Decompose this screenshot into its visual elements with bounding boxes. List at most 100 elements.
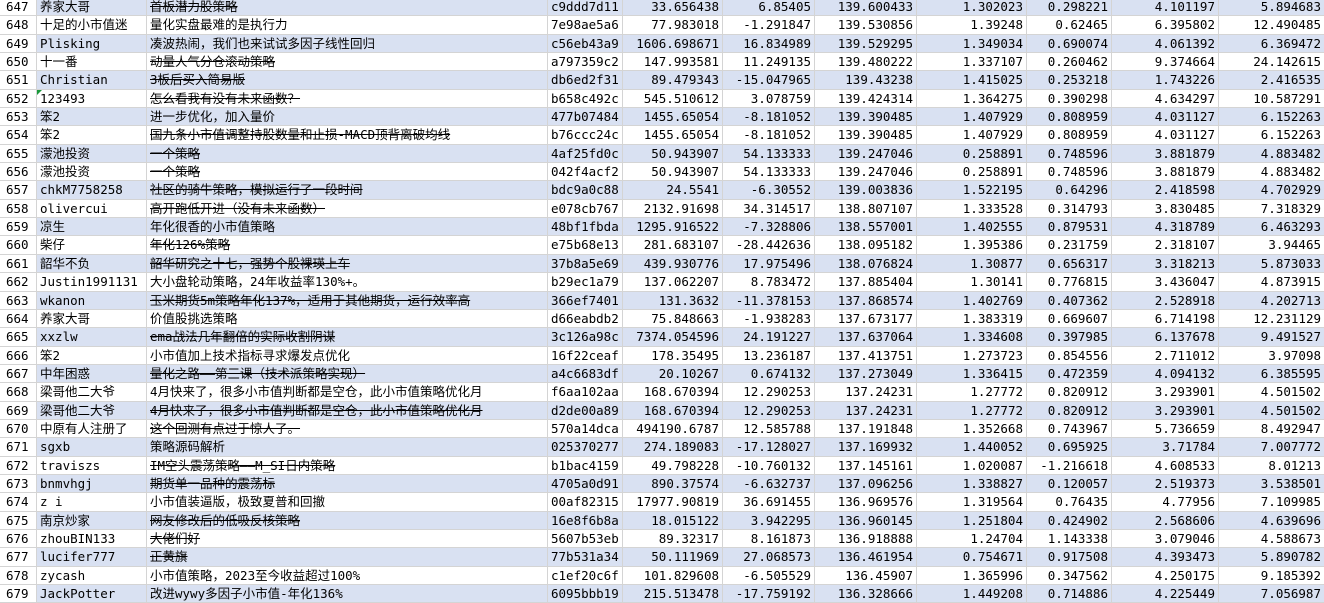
value-cell-2[interactable]: 34.314517: [723, 199, 815, 218]
strategy-name-cell[interactable]: 社区的骑牛策略，模拟运行了一段时间: [147, 181, 548, 199]
value-cell-4[interactable]: 1.365996: [917, 566, 1027, 584]
value-cell-3[interactable]: 139.390485: [815, 108, 917, 126]
value-cell-7[interactable]: 8.492947: [1219, 420, 1324, 437]
author-cell[interactable]: Christian: [37, 71, 147, 89]
table-row[interactable]: 677 lucifer777 正黄旗 77b531a34 50.111969 27.068…: [0, 548, 1324, 567]
value-cell-7[interactable]: 4.883482: [1219, 163, 1324, 180]
strategy-id-cell[interactable]: 7e98ae5a6: [548, 16, 623, 34]
strategy-id-cell[interactable]: 570a14dca: [548, 419, 623, 438]
value-cell-4[interactable]: 1.30877: [917, 254, 1027, 273]
row-number[interactable]: 667: [0, 364, 37, 383]
value-cell-3[interactable]: 137.868574: [815, 291, 917, 309]
author-cell[interactable]: 南京炒家: [37, 511, 147, 529]
row-number[interactable]: 663: [0, 291, 37, 309]
row-number[interactable]: 654: [0, 126, 37, 144]
table-row[interactable]: 667 中年困惑 量化之路——第三课（技术派策略实现） a4c6683df 20.102…: [0, 364, 1324, 384]
author-cell[interactable]: 凉生: [37, 218, 147, 236]
value-cell-1[interactable]: 1606.698671: [623, 34, 723, 53]
value-cell-6[interactable]: 2.318107: [1112, 236, 1219, 254]
value-cell-1[interactable]: 545.510612: [623, 89, 723, 108]
value-cell-6[interactable]: 4.608533: [1112, 456, 1219, 474]
value-cell-2[interactable]: 54.133333: [723, 144, 815, 163]
value-cell-1[interactable]: 50.111969: [623, 548, 723, 566]
strategy-id-cell[interactable]: 5607b53eb: [548, 529, 623, 548]
table-row[interactable]: 651 Christian 3板后买入简易版 db6ed2f31 89.479343 -1…: [0, 71, 1324, 90]
row-number[interactable]: 660: [0, 236, 37, 254]
value-cell-7[interactable]: 3.94465: [1219, 236, 1324, 253]
value-cell-6[interactable]: 5.736659: [1112, 419, 1219, 438]
value-cell-2[interactable]: 13.236187: [723, 346, 815, 364]
table-row[interactable]: 668 梁哥他二大爷 4月快来了，很多小市值判断都是空仓，此小市值策略优化月 f6aa…: [0, 383, 1324, 402]
row-number[interactable]: 666: [0, 346, 37, 364]
value-cell-7[interactable]: 6.463293: [1219, 218, 1324, 235]
strategy-name-cell[interactable]: 量化之路——第三课（技术派策略实现）: [147, 364, 548, 383]
row-number[interactable]: 656: [0, 163, 37, 181]
value-cell-7[interactable]: 7.318329: [1219, 200, 1324, 217]
row-number[interactable]: 659: [0, 218, 37, 236]
author-cell[interactable]: 濛池投资: [37, 163, 147, 181]
value-cell-6[interactable]: 4.101197: [1112, 0, 1219, 16]
value-cell-7[interactable]: 7.109985: [1219, 493, 1324, 510]
author-cell[interactable]: 梁哥他二大爷: [37, 401, 147, 419]
value-cell-7[interactable]: 9.491527: [1219, 328, 1324, 345]
value-cell-2[interactable]: -10.760132: [723, 456, 815, 474]
value-cell-5[interactable]: 0.669607: [1027, 309, 1112, 328]
value-cell-4[interactable]: 1.383319: [917, 309, 1027, 328]
value-cell-3[interactable]: 136.960145: [815, 511, 917, 529]
value-cell-4[interactable]: 1.522195: [917, 181, 1027, 199]
strategy-name-cell[interactable]: 进一步优化，加入量价: [147, 108, 548, 126]
value-cell-5[interactable]: 0.854556: [1027, 346, 1112, 364]
row-number[interactable]: 664: [0, 309, 37, 328]
value-cell-2[interactable]: 12.290253: [723, 401, 815, 419]
value-cell-1[interactable]: 20.10267: [623, 364, 723, 383]
author-cell[interactable]: 中原有人注册了: [37, 419, 147, 438]
value-cell-4[interactable]: 1.402555: [917, 218, 1027, 236]
row-number[interactable]: 648: [0, 16, 37, 34]
value-cell-4[interactable]: 0.754671: [917, 548, 1027, 566]
value-cell-5[interactable]: 0.743967: [1027, 419, 1112, 438]
value-cell-1[interactable]: 89.32317: [623, 529, 723, 548]
strategy-id-cell[interactable]: c9ddd7d11: [548, 0, 623, 16]
author-cell[interactable]: 笨2: [37, 126, 147, 144]
value-cell-7[interactable]: 5.890782: [1219, 548, 1324, 565]
author-cell[interactable]: 笨2: [37, 108, 147, 126]
author-cell[interactable]: 笨2: [37, 346, 147, 364]
value-cell-3[interactable]: 139.43238: [815, 71, 917, 89]
strategy-id-cell[interactable]: bdc9a0c88: [548, 181, 623, 199]
value-cell-5[interactable]: 0.748596: [1027, 163, 1112, 181]
strategy-id-cell[interactable]: 025370277: [548, 438, 623, 456]
value-cell-6[interactable]: 4.250175: [1112, 566, 1219, 584]
value-cell-3[interactable]: 137.169932: [815, 438, 917, 456]
strategy-id-cell[interactable]: db6ed2f31: [548, 71, 623, 89]
value-cell-6[interactable]: 3.079046: [1112, 529, 1219, 548]
value-cell-5[interactable]: 0.407362: [1027, 291, 1112, 309]
value-cell-7[interactable]: 4.588673: [1219, 530, 1324, 547]
strategy-name-cell[interactable]: 3板后买入简易版: [147, 71, 548, 89]
value-cell-5[interactable]: 0.695925: [1027, 438, 1112, 456]
value-cell-1[interactable]: 77.983018: [623, 16, 723, 34]
table-row[interactable]: 674 z i 小市值装逼版，极致夏普和回撤 00af82315 17977.90819…: [0, 493, 1324, 512]
strategy-id-cell[interactable]: 042f4acf2: [548, 163, 623, 181]
value-cell-1[interactable]: 494190.6787: [623, 419, 723, 438]
strategy-name-cell[interactable]: 策略源码解析: [147, 438, 548, 456]
strategy-name-cell[interactable]: 4月快来了，很多小市值判断都是空仓，此小市值策略优化月: [147, 401, 548, 419]
value-cell-6[interactable]: 4.634297: [1112, 89, 1219, 108]
value-cell-5[interactable]: 0.879531: [1027, 218, 1112, 236]
value-cell-1[interactable]: 75.848663: [623, 309, 723, 328]
table-row[interactable]: 657 chkM7758258 社区的骑牛策略，模拟运行了一段时间 bdc9a0c88…: [0, 181, 1324, 200]
strategy-name-cell[interactable]: 大佬们好: [147, 529, 548, 548]
strategy-name-cell[interactable]: IM空头震荡策略——M_SI日内策略: [147, 456, 548, 474]
strategy-id-cell[interactable]: b76ccc24c: [548, 126, 623, 144]
strategy-name-cell[interactable]: 小市值加上技术指标寻求爆发点优化: [147, 346, 548, 364]
value-cell-5[interactable]: 0.424902: [1027, 511, 1112, 529]
value-cell-7[interactable]: 12.231129: [1219, 310, 1324, 327]
row-number[interactable]: 673: [0, 474, 37, 493]
value-cell-4[interactable]: 0.258891: [917, 144, 1027, 163]
value-cell-7[interactable]: 10.587291: [1219, 90, 1324, 107]
strategy-id-cell[interactable]: c1ef20c6f: [548, 566, 623, 584]
table-row[interactable]: 670 中原有人注册了 这个回测有点过于惊人了。 570a14dca 494190.67…: [0, 419, 1324, 439]
value-cell-1[interactable]: 33.656438: [623, 0, 723, 16]
value-cell-5[interactable]: 0.76435: [1027, 493, 1112, 511]
strategy-name-cell[interactable]: 量化实盘最难的是执行力: [147, 16, 548, 34]
strategy-id-cell[interactable]: c56eb43a9: [548, 34, 623, 53]
